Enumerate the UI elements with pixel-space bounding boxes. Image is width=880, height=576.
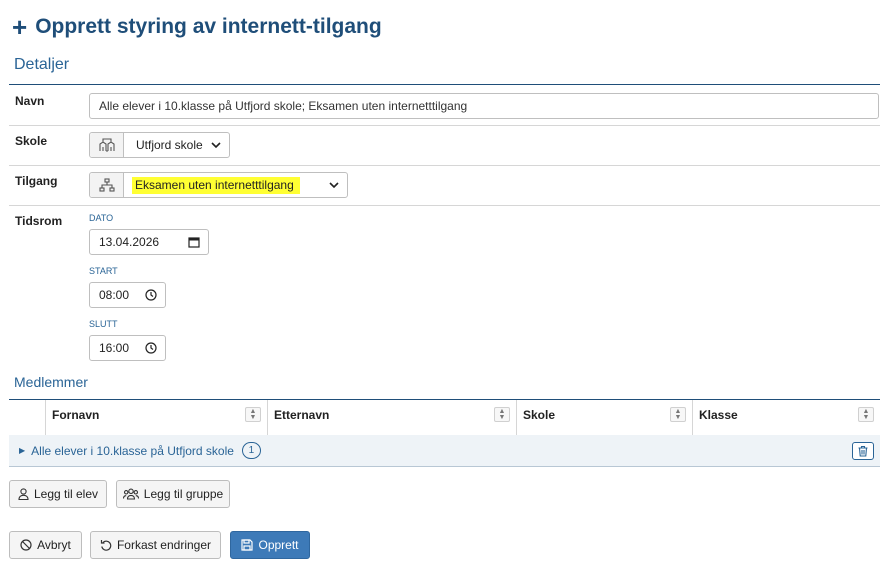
chevron-down-icon	[329, 181, 339, 189]
add-student-button[interactable]: Legg til elev	[9, 480, 107, 508]
start-time-value: 08:00	[99, 288, 130, 302]
access-label: Tilgang	[15, 174, 58, 188]
users-icon	[122, 488, 139, 500]
sort-icon[interactable]: ▲ ▼	[670, 407, 686, 422]
column-header-klasse[interactable]: Klasse ▲ ▼	[693, 400, 880, 435]
school-select[interactable]: Utfjord skole	[89, 132, 230, 158]
school-label: Skole	[15, 134, 48, 148]
clock-icon	[145, 289, 157, 301]
members-heading: Medlemmer	[14, 374, 88, 390]
add-group-button[interactable]: Legg til gruppe	[116, 480, 230, 508]
end-time-input[interactable]: 16:00	[89, 335, 166, 361]
name-input-value: Alle elever i 10.klasse på Utfjord skole…	[99, 99, 468, 113]
school-select-value: Utfjord skole	[136, 138, 203, 152]
date-input[interactable]: 13.04.2026	[89, 229, 209, 255]
divider	[9, 165, 880, 166]
column-header-etternavn[interactable]: Etternavn ▲ ▼	[268, 400, 517, 435]
divider	[9, 205, 880, 206]
ban-icon	[20, 539, 32, 551]
access-select-value: Eksamen uten internetttilgang	[132, 176, 300, 194]
cancel-button[interactable]: Avbryt	[9, 531, 82, 559]
end-time-value: 16:00	[99, 341, 130, 355]
end-label: SLUTT	[89, 319, 118, 329]
school-building-icon	[90, 133, 124, 157]
start-time-input[interactable]: 08:00	[89, 282, 166, 308]
period-label: Tidsrom	[15, 214, 63, 228]
plus-icon: +	[12, 12, 28, 42]
save-icon	[241, 539, 254, 551]
members-table-header: Fornavn ▲ ▼ Etternavn ▲ ▼ Skole ▲ ▼ Klasse …	[9, 399, 880, 435]
create-button[interactable]: Opprett	[230, 531, 310, 559]
page-title: + Opprett styring av internett-tilgang	[12, 14, 382, 40]
sort-icon[interactable]: ▲ ▼	[245, 407, 261, 422]
details-rule	[9, 84, 880, 85]
name-label: Navn	[15, 94, 45, 108]
member-group-row[interactable]: ▶ Alle elever i 10.klasse på Utfjord sko…	[9, 435, 880, 467]
column-header-skole[interactable]: Skole ▲ ▼	[517, 400, 693, 435]
divider	[9, 125, 880, 126]
network-icon	[90, 173, 124, 197]
date-label: DATO	[89, 213, 114, 223]
name-input[interactable]: Alle elever i 10.klasse på Utfjord skole…	[89, 93, 879, 119]
user-icon	[18, 488, 29, 500]
calendar-icon	[188, 236, 200, 248]
chevron-down-icon	[211, 141, 221, 149]
sort-icon[interactable]: ▲ ▼	[858, 407, 874, 422]
start-label: START	[89, 266, 118, 276]
member-group-name[interactable]: Alle elever i 10.klasse på Utfjord skole	[31, 444, 234, 458]
details-heading: Detaljer	[14, 56, 70, 73]
discard-changes-button[interactable]: Forkast endringer	[90, 531, 221, 559]
trash-icon[interactable]	[852, 442, 874, 460]
undo-icon	[100, 539, 112, 551]
member-count-badge: 1	[241, 442, 261, 459]
page-title-text: Opprett styring av internett-tilgang	[35, 15, 382, 38]
access-select[interactable]: Eksamen uten internetttilgang	[89, 172, 348, 198]
sort-icon[interactable]: ▲ ▼	[494, 407, 510, 422]
date-value: 13.04.2026	[99, 235, 160, 249]
expand-column-header	[9, 400, 46, 435]
caret-right-icon[interactable]: ▶	[19, 446, 25, 455]
clock-icon	[145, 342, 157, 354]
column-header-fornavn[interactable]: Fornavn ▲ ▼	[46, 400, 268, 435]
